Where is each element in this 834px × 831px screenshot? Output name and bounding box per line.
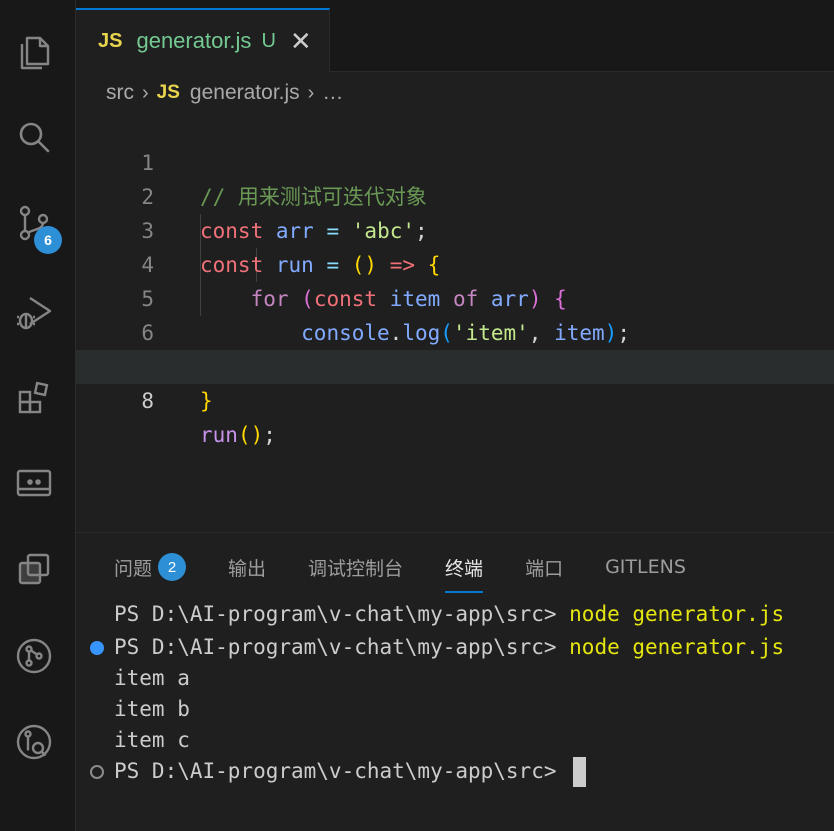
terminal-cursor <box>573 757 587 787</box>
tab-label: 输出 <box>228 557 267 580</box>
source-control-badge: 6 <box>34 226 62 254</box>
terminal-output: item b <box>114 697 190 721</box>
panel-tabs: 问题 2 输出 调试控制台 终端 端口 GITLENS <box>114 547 728 593</box>
terminal-line: PS D:\AI-program\v-chat\my-app\src> node… <box>114 599 784 630</box>
command-pending-dot[interactable] <box>90 765 104 779</box>
code-line: 5 console.log('item', item); <box>76 248 834 345</box>
tab-filename: generator.js <box>136 28 252 53</box>
gitlens-icon[interactable] <box>10 718 58 766</box>
terminal-prompt: PS D:\AI-program\v-chat\my-app\src> <box>114 635 570 659</box>
tab-label: 问题 <box>114 557 153 580</box>
terminal-prompt: PS D:\AI-program\v-chat\my-app\src> <box>114 759 570 783</box>
activity-bar: 6 <box>0 0 76 831</box>
problems-badge: 2 <box>158 553 187 581</box>
run-debug-icon[interactable] <box>10 288 58 336</box>
line-number: 8 <box>141 389 154 413</box>
terminal-line: PS D:\AI-program\v-chat\my-app\src> node… <box>114 632 784 663</box>
breadcrumb-more[interactable]: … <box>322 81 343 105</box>
explorer-icon[interactable] <box>10 28 58 76</box>
terminal-prompt: PS D:\AI-program\v-chat\my-app\src> <box>114 602 570 626</box>
code-function-call: run <box>200 423 238 447</box>
tab-ports[interactable]: 端口 <box>525 547 563 587</box>
code-line: 7 } <box>76 316 834 413</box>
code-paren: () <box>237 423 264 447</box>
close-icon[interactable]: ✕ <box>290 28 312 54</box>
tab-debug-console[interactable]: 调试控制台 <box>308 547 403 587</box>
untracked-status: U <box>261 29 276 52</box>
terminal-command: node generator.js <box>569 635 785 659</box>
terminal-line: PS D:\AI-program\v-chat\my-app\src> <box>114 756 587 787</box>
js-file-icon: JS <box>98 29 123 52</box>
code-line: 2 const arr = 'abc'; <box>76 146 834 243</box>
code-punct: ; <box>263 423 276 447</box>
tab-output[interactable]: 输出 <box>228 547 266 587</box>
code-line: 6 } <box>76 282 834 379</box>
tab-label: 终端 <box>445 557 484 580</box>
terminal-command: node generator.js <box>569 602 785 626</box>
bottom-panel: 问题 2 输出 调试控制台 终端 端口 GITLENS PS D:\AI-prog… <box>76 532 834 831</box>
tab-label: 调试控制台 <box>308 557 404 580</box>
code-brace: } <box>200 389 213 413</box>
command-success-dot[interactable] <box>90 641 104 655</box>
code-line: 1 // 用来测试可迭代对象 <box>76 112 834 209</box>
chevron-right-icon: › <box>142 81 149 104</box>
terminal-output: item a <box>114 666 190 690</box>
tab-problems[interactable]: 问题 2 <box>114 547 187 587</box>
tab-gitlens[interactable]: GITLENS <box>605 547 686 587</box>
terminal-output: item c <box>114 728 190 752</box>
remote-explorer-icon[interactable] <box>10 459 58 507</box>
js-file-icon: JS <box>156 82 180 103</box>
editor-tab-bar: JS generator.js U ✕ <box>76 0 834 72</box>
breadcrumb-file[interactable]: generator.js <box>190 81 300 105</box>
breadcrumb: src › JS generator.js › … <box>106 76 343 110</box>
tab-label: GITLENS <box>605 556 686 578</box>
tab-label: 端口 <box>525 557 564 580</box>
breadcrumb-folder[interactable]: src <box>106 81 134 105</box>
extensions-icon[interactable] <box>10 374 58 422</box>
code-line-current: 8 run(); <box>76 350 834 447</box>
code-line: 3 const run = () => { <box>76 180 834 277</box>
tab-generator-js[interactable]: JS generator.js U ✕ <box>76 8 330 72</box>
search-icon[interactable] <box>10 113 58 161</box>
tab-terminal[interactable]: 终端 <box>445 547 484 593</box>
code-line: 4 for (const item of arr) { <box>76 214 834 311</box>
git-graph-icon[interactable] <box>10 632 58 680</box>
chevron-right-icon: › <box>307 81 315 104</box>
code-editor[interactable]: 1 // 用来测试可迭代对象 2 const arr = 'abc'; 3 co… <box>76 112 834 447</box>
copy-icon[interactable] <box>10 545 58 593</box>
